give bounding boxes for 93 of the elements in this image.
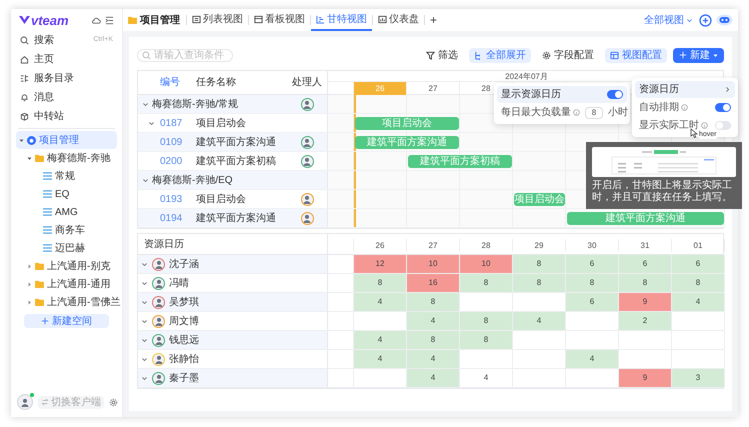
load-cell: 4 <box>672 293 725 311</box>
task-name: 建筑平面方案沟通 <box>196 212 277 226</box>
nav-item[interactable]: 消息 <box>11 88 122 107</box>
load-cell: 4 <box>354 350 407 368</box>
section-title: 资源日历 <box>144 238 184 252</box>
person-name: 周文博 <box>169 314 199 328</box>
load-cell: 9 <box>619 369 672 387</box>
column-header: 编号 <box>160 76 181 90</box>
load-cell: 8 <box>672 274 725 292</box>
view-tab[interactable]: 甘特视图 <box>311 9 372 31</box>
tree-item[interactable]: EQ <box>16 185 117 203</box>
nav-item[interactable]: 中转站 <box>11 107 122 126</box>
tree-item[interactable]: 项目管理 <box>16 131 117 149</box>
load-cell: 8 <box>354 274 407 292</box>
tree-item[interactable]: 上汽通用-通用 <box>16 275 117 293</box>
day-header: 26 <box>354 239 407 252</box>
day-header: 26 <box>354 82 407 95</box>
load-cell: 10 <box>407 255 460 273</box>
load-cell: 6 <box>672 255 725 273</box>
load-cell: 4 <box>407 350 460 368</box>
day-header: 29 <box>513 239 566 252</box>
task-name: 项目启动会 <box>196 116 247 130</box>
task-name: 建筑平面方案沟通 <box>196 136 277 150</box>
load-cell: 2 <box>619 312 672 330</box>
load-cell: 8 <box>513 274 566 292</box>
load-cell: 8 <box>566 274 619 292</box>
column-header: 任务名称 <box>196 76 237 90</box>
load-cell: 8 <box>619 274 672 292</box>
logo: vteam <box>19 14 69 26</box>
day-header: 28 <box>460 239 513 252</box>
tree-item[interactable]: AMG <box>16 203 117 221</box>
toolbar-button[interactable]: 视图配置 <box>605 48 667 62</box>
load-cell: 8 <box>460 312 513 330</box>
load-cell: 6 <box>566 255 619 273</box>
option-label: 显示实际工时 <box>639 118 699 133</box>
tree-item[interactable]: 梅赛德斯-奔驰 <box>16 149 117 167</box>
nav-item[interactable]: 主页 <box>11 50 122 69</box>
day-header: 01 <box>672 239 725 252</box>
load-cell: 4 <box>566 350 619 368</box>
person-name: 沈子涵 <box>169 258 199 272</box>
load-cell: 16 <box>407 274 460 292</box>
load-cell: 4 <box>407 312 460 330</box>
group-title: 梅赛德斯-奔驰/EQ <box>152 174 234 188</box>
tree-item[interactable]: 商务车 <box>16 221 117 239</box>
person-name: 钱思远 <box>169 334 199 348</box>
all-views-dropdown[interactable]: 全部视图 <box>644 9 699 31</box>
tree-item[interactable]: 迈巴赫 <box>16 239 117 257</box>
day-header: 31 <box>619 239 672 252</box>
load-cell: 12 <box>354 255 407 273</box>
load-cell: 4 <box>354 293 407 311</box>
unit-label: 小时 <box>608 106 628 120</box>
tree-item[interactable]: 常规 <box>16 167 117 185</box>
load-cell: 8 <box>513 255 566 273</box>
load-cell: 8 <box>407 293 460 311</box>
load-cell: 8 <box>407 331 460 349</box>
load-cell: 10 <box>460 255 513 273</box>
breadcrumb-title: 项目管理 <box>140 14 180 28</box>
view-tab[interactable]: 仪表盘 <box>373 9 424 31</box>
person-name: 张静怡 <box>169 352 199 366</box>
view-tab[interactable]: 看板视图 <box>249 9 310 31</box>
option-label: 自动排期 <box>639 100 679 115</box>
toolbar-button[interactable]: 字段配置 <box>537 48 599 62</box>
tree-item[interactable]: 上汽通用-别克 <box>16 257 117 275</box>
toolbar-button[interactable]: 筛选 <box>421 48 463 62</box>
load-cell: 4 <box>354 331 407 349</box>
load-cell: 8 <box>460 274 513 292</box>
load-cell: 6 <box>566 293 619 311</box>
load-cell: 9 <box>619 293 672 311</box>
person-name: 冯晴 <box>169 276 189 290</box>
view-tab[interactable]: 列表视图 <box>187 9 248 31</box>
number-field[interactable]: 8 <box>585 106 603 118</box>
person-name: 吴梦琪 <box>169 296 199 310</box>
nav-item[interactable]: 服务目录 <box>11 69 122 88</box>
person-name: 秦子墨 <box>169 372 199 386</box>
column-header: 处理人 <box>291 76 323 90</box>
option-label: 每日最大负载量 <box>501 106 571 120</box>
load-cell: 4 <box>513 312 566 330</box>
group-title: 梅赛德斯-奔驰/常规 <box>152 98 240 112</box>
menu-item[interactable]: 资源日历 <box>635 81 735 98</box>
day-header: 30 <box>566 239 619 252</box>
load-cell: 4 <box>407 369 460 387</box>
search-field[interactable]: 请输入查询条件 <box>137 48 233 62</box>
load-cell: 8 <box>460 331 513 349</box>
toolbar-button[interactable]: 全部展开 <box>469 48 531 62</box>
tooltip-text: 开启后，甘特图上将显示实际工时，并且可直接在任务上填写。 <box>592 180 733 204</box>
task-name: 项目启动会 <box>196 192 247 206</box>
add-tab-button[interactable]: + <box>425 9 442 31</box>
new-button[interactable]: 新建 <box>673 48 724 62</box>
load-cell: 6 <box>619 255 672 273</box>
day-header: 27 <box>407 239 460 252</box>
task-name: 建筑平面方案初稿 <box>196 154 277 168</box>
load-cell: 3 <box>672 369 725 387</box>
new-space-button[interactable]: 新建空间 <box>24 314 109 328</box>
